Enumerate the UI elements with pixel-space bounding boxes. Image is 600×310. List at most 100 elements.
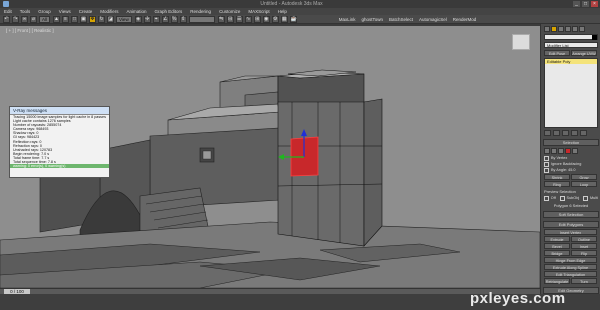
bridge-button[interactable]: Bridge — [544, 250, 570, 256]
preview-subobj-radio[interactable] — [559, 196, 565, 201]
menu-tools[interactable]: Tools — [20, 9, 31, 14]
rendermod-button[interactable]: RenderMod — [453, 17, 477, 22]
create-tab-icon[interactable] — [544, 26, 550, 32]
batchselect-button[interactable]: BatchSelect — [389, 17, 413, 22]
unlink-icon[interactable]: ⌀ — [30, 15, 37, 23]
stack-item-editable-poly[interactable]: Editable Poly — [545, 59, 597, 64]
by-angle-checkbox[interactable]: By Angle: 45.0 — [544, 168, 598, 173]
ring-button[interactable]: Ring — [544, 181, 570, 187]
flip-button[interactable]: Flip — [571, 250, 597, 256]
align-icon[interactable]: ⊟ — [226, 15, 234, 23]
ignore-backfacing-checkbox[interactable]: Ignore Backfacing — [544, 162, 598, 167]
object-name-field[interactable] — [544, 34, 598, 40]
maximize-button[interactable]: □ — [582, 1, 589, 7]
soft-selection-rollout-header[interactable]: Soft Selection — [543, 211, 599, 218]
configure-sets-icon[interactable] — [580, 130, 587, 136]
utilities-tab-icon[interactable] — [579, 26, 585, 32]
render-frame-icon[interactable]: ▦ — [280, 15, 288, 23]
insert-vertex-button[interactable]: Insert Vertex — [544, 229, 597, 235]
vray-messages-window[interactable]: V-Ray messages Tracing 15000 image sampl… — [9, 106, 110, 178]
app-icon[interactable] — [3, 1, 9, 7]
edge-level-icon[interactable] — [551, 148, 557, 154]
turn-button[interactable]: Turn — [571, 278, 597, 284]
vertex-level-icon[interactable] — [544, 148, 550, 154]
angle-snap-icon[interactable]: ∠ — [161, 15, 169, 23]
menu-rendering[interactable]: Rendering — [190, 9, 211, 14]
extrude-along-spline-button[interactable]: Extrude Along Spline — [544, 264, 597, 270]
curve-editor-icon[interactable]: ∿ — [244, 15, 252, 23]
remove-modifier-icon[interactable] — [571, 130, 578, 136]
undo-icon[interactable]: ↶ — [3, 15, 10, 23]
edit-polygons-rollout-header[interactable]: Edit Polygons — [543, 221, 599, 228]
modifier-stack[interactable]: Editable Poly — [544, 58, 598, 128]
material-editor-icon[interactable]: ◉ — [262, 15, 270, 23]
layer-manager-icon[interactable]: ☰ — [235, 15, 243, 23]
viewport-label[interactable]: [ + ] [ Front ] [ Realistic ] — [6, 28, 54, 33]
edit-pose-button[interactable]: Edit Pose — [544, 50, 570, 56]
menu-edit[interactable]: Edit — [4, 9, 12, 14]
extrude-button[interactable]: Extrude — [544, 236, 570, 242]
viewcube-icon[interactable] — [512, 34, 530, 50]
vray-window-title[interactable]: V-Ray messages — [10, 107, 109, 115]
menu-create[interactable]: Create — [79, 9, 93, 14]
border-level-icon[interactable] — [558, 148, 564, 154]
schematic-view-icon[interactable]: ⊞ — [253, 15, 261, 23]
menu-views[interactable]: Views — [59, 9, 71, 14]
mirror-icon[interactable]: ⇋ — [217, 15, 225, 23]
inset-button[interactable]: Inset — [571, 243, 597, 249]
spinner-snap-icon[interactable]: ⇕ — [179, 15, 187, 23]
menu-graph-editors[interactable]: Graph Editors — [155, 9, 183, 14]
preview-multi-radio[interactable] — [583, 196, 588, 201]
edit-triangulation-button[interactable]: Edit Triangulation — [544, 271, 597, 277]
reference-coordinate-dropdown[interactable]: View — [116, 15, 132, 23]
by-vertex-checkbox[interactable]: By Vertex — [544, 156, 598, 161]
rectangular-selection-icon[interactable]: □ — [71, 15, 79, 23]
ghosttown-button[interactable]: ghostTown — [361, 17, 383, 22]
menu-maxscript[interactable]: MAXScript — [248, 9, 269, 14]
show-end-result-icon[interactable] — [553, 130, 560, 136]
modifier-list-dropdown[interactable]: Modifier List — [544, 42, 598, 48]
object-color-swatch[interactable] — [592, 35, 597, 40]
close-button[interactable]: × — [591, 1, 598, 7]
menu-group[interactable]: Group — [38, 9, 51, 14]
pivot-icon[interactable]: ◈ — [134, 15, 142, 23]
pin-stack-icon[interactable] — [544, 130, 551, 136]
menu-animation[interactable]: Animation — [127, 9, 147, 14]
grow-button[interactable]: Grow — [571, 174, 597, 180]
move-icon[interactable]: ✥ — [89, 15, 97, 23]
bevel-button[interactable]: Bevel — [544, 243, 570, 249]
percent-snap-icon[interactable]: % — [170, 15, 178, 23]
outline-button[interactable]: Outline — [571, 236, 597, 242]
display-tab-icon[interactable] — [572, 26, 578, 32]
scale-icon[interactable]: ◪ — [107, 15, 115, 23]
polygon-level-icon[interactable] — [565, 148, 571, 154]
select-by-name-icon[interactable]: ≡ — [62, 15, 70, 23]
select-object-icon[interactable]: ▲ — [53, 15, 61, 23]
make-unique-icon[interactable] — [562, 130, 569, 136]
select-manipulate-icon[interactable]: ✢ — [143, 15, 151, 23]
selection-rollout-header[interactable]: Selection — [543, 139, 599, 146]
shrink-button[interactable]: Shrink — [544, 174, 570, 180]
rotate-icon[interactable]: ↻ — [98, 15, 106, 23]
loop-button[interactable]: Loop — [571, 181, 597, 187]
retriangulate-button[interactable]: Retriangulate — [544, 278, 570, 284]
menu-modifiers[interactable]: Modifiers — [100, 9, 118, 14]
minimize-button[interactable]: _ — [573, 1, 580, 7]
modify-tab-icon[interactable] — [551, 26, 557, 32]
named-selection-sets-dropdown[interactable] — [188, 15, 215, 23]
element-level-icon[interactable] — [572, 148, 578, 154]
selection-filter-dropdown[interactable]: All — [39, 15, 51, 23]
arrange-uvw-button[interactable]: Arrange UVW — [571, 50, 597, 56]
render-setup-icon[interactable]: ⚙ — [271, 15, 279, 23]
menu-help[interactable]: Help — [278, 9, 287, 14]
preview-off-radio[interactable] — [544, 196, 549, 201]
window-crossing-icon[interactable]: ▣ — [80, 15, 88, 23]
hierarchy-tab-icon[interactable] — [558, 26, 564, 32]
hinge-from-edge-button[interactable]: Hinge From Edge — [544, 257, 597, 263]
menu-customize[interactable]: Customize — [219, 9, 240, 14]
link-icon[interactable]: ∞ — [21, 15, 28, 23]
render-teapot-icon[interactable]: ☕ — [289, 15, 297, 23]
motion-tab-icon[interactable] — [565, 26, 571, 32]
automagicsel-button[interactable]: AutomagicSel — [419, 17, 447, 22]
maxlink-button[interactable]: MaxLink — [339, 17, 356, 22]
